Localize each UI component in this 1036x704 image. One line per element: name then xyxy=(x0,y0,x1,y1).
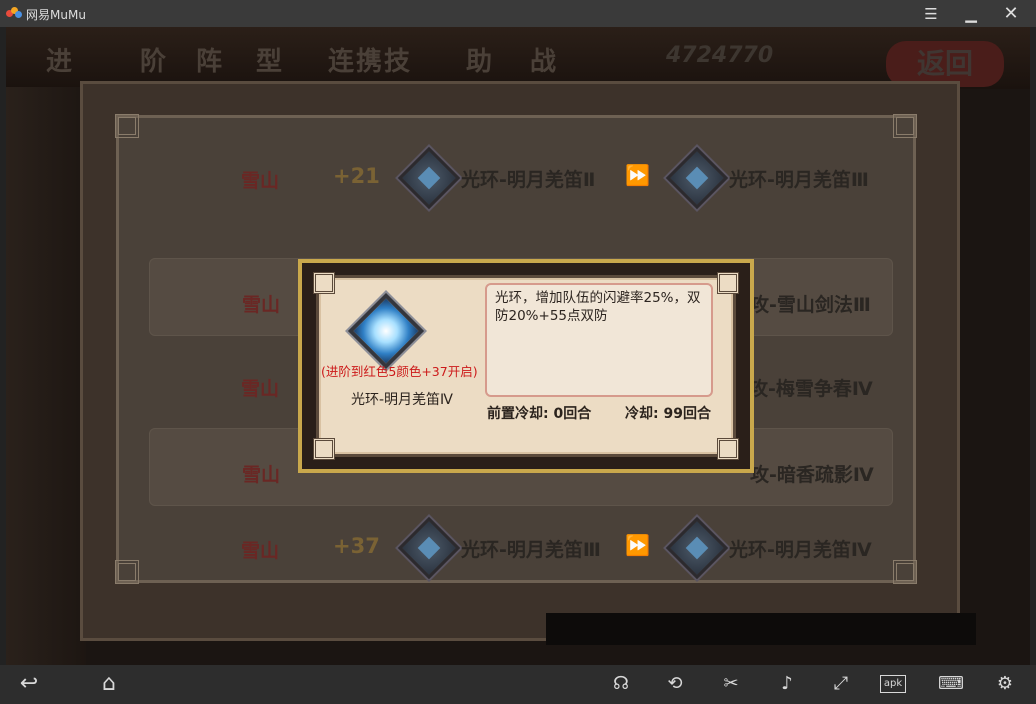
panel-corner xyxy=(115,114,139,138)
bottom-decoration xyxy=(546,613,976,645)
tab-combo-skill[interactable]: 连携技 xyxy=(328,41,412,78)
skill-from-label: 光环-明月羌笛Ⅲ xyxy=(461,539,601,561)
skill-gem-icon xyxy=(665,146,729,210)
sect-label: 雪山 xyxy=(242,294,281,316)
mumu-logo-icon xyxy=(6,7,22,19)
skill-name: 光环-明月羌笛Ⅳ xyxy=(351,392,453,408)
list-item[interactable]: 雪山 +21 光环-明月羌笛Ⅱ ⏩ 光环-明月羌笛Ⅲ xyxy=(149,140,893,218)
sect-label: 雪山 xyxy=(242,464,281,486)
level-label: +21 xyxy=(333,164,380,188)
tab-advance-1[interactable]: 进 xyxy=(46,41,74,78)
menu-icon[interactable]: ☰ xyxy=(917,3,945,25)
fullscreen-icon[interactable]: ⤢ xyxy=(826,671,856,697)
back-icon[interactable]: ↩ xyxy=(14,671,44,697)
tab-formation-2[interactable]: 型 xyxy=(256,41,284,78)
skill-to-label: 攻-雪山剑法Ⅲ xyxy=(750,294,871,316)
settings-icon[interactable]: ⚙ xyxy=(990,671,1020,697)
screenshot-icon[interactable]: ✂ xyxy=(716,671,746,697)
top-tab-strip: 进 阶 阵 型 连携技 助 战 4724770 返回 xyxy=(6,27,1030,89)
popup-content: (进阶到红色5颜色+37开启) 光环-明月羌笛Ⅳ 光环，增加队伍的闪避率25%，… xyxy=(313,272,739,460)
popup-corner xyxy=(717,438,739,460)
tab-assist-1[interactable]: 助 xyxy=(466,41,494,78)
apk-icon[interactable]: apk xyxy=(880,675,906,693)
skill-gem-icon xyxy=(397,516,461,580)
panel-corner xyxy=(893,114,917,138)
pre-cooldown: 前置冷却: 0回合 xyxy=(487,406,592,422)
emulator-nav-bar: ↩ ⌂ ☊ ⟲ ✂ ♪ ⤢ apk ⌨ ⚙ xyxy=(0,665,1036,704)
skill-to-label: 攻-暗香疏影Ⅳ xyxy=(750,464,874,486)
skill-gem-icon xyxy=(665,516,729,580)
minimize-icon[interactable]: ▁ xyxy=(957,3,985,25)
tab-assist-2[interactable]: 战 xyxy=(530,41,558,78)
volume-icon[interactable]: ♪ xyxy=(772,671,802,697)
game-viewport[interactable]: 进 阶 阵 型 连携技 助 战 4724770 返回 雪山 +21 光环-明月羌… xyxy=(6,27,1030,665)
skill-description-box: 光环，增加队伍的闪避率25%，双防20%+55点双防 xyxy=(485,283,713,397)
close-icon[interactable]: ✕ xyxy=(997,3,1025,25)
cooldown: 冷却: 99回合 xyxy=(625,406,711,422)
keyboard-icon[interactable]: ⌨ xyxy=(936,671,966,697)
sect-label: 雪山 xyxy=(241,378,280,400)
skill-gem-icon xyxy=(397,146,461,210)
left-decoration xyxy=(6,87,86,665)
tab-formation-1[interactable]: 阵 xyxy=(196,41,224,78)
level-label: +37 xyxy=(333,534,380,558)
fast-forward-icon: ⏩ xyxy=(625,163,650,187)
skill-description: 光环，增加队伍的闪避率25%，双防20%+55点双防 xyxy=(495,290,701,324)
panel-corner xyxy=(893,560,917,584)
list-item[interactable]: 雪山 +37 光环-明月羌笛Ⅲ ⏩ 光环-明月羌笛Ⅳ xyxy=(149,510,893,588)
popup-corner xyxy=(313,438,335,460)
power-score: 4724770 xyxy=(666,43,774,68)
unlock-condition: (进阶到红色5颜色+37开启) xyxy=(321,364,478,379)
rotate-icon[interactable]: ⟲ xyxy=(660,671,690,697)
fast-forward-icon: ⏩ xyxy=(625,533,650,557)
popup-corner xyxy=(313,272,335,294)
sect-label: 雪山 xyxy=(241,170,280,192)
popup-corner xyxy=(717,272,739,294)
panel-corner xyxy=(115,560,139,584)
sect-label: 雪山 xyxy=(241,540,280,562)
skill-to-label: 光环-明月羌笛Ⅲ xyxy=(729,169,869,191)
skill-detail-popup[interactable]: (进阶到红色5颜色+37开启) 光环-明月羌笛Ⅳ 光环，增加队伍的闪避率25%，… xyxy=(298,259,754,473)
window-title: 网易MuMu xyxy=(26,8,86,22)
gamepad-icon[interactable]: ☊ xyxy=(606,671,636,697)
skill-to-label: 光环-明月羌笛Ⅳ xyxy=(729,539,872,561)
skill-gem-icon xyxy=(347,292,425,370)
home-icon[interactable]: ⌂ xyxy=(94,671,124,697)
emulator-title-bar: 网易MuMu ☰ ▁ ✕ xyxy=(0,0,1036,27)
skill-to-label: 攻-梅雪争春Ⅳ xyxy=(749,378,873,400)
tab-advance-2[interactable]: 阶 xyxy=(140,41,168,78)
skill-from-label: 光环-明月羌笛Ⅱ xyxy=(461,169,596,191)
